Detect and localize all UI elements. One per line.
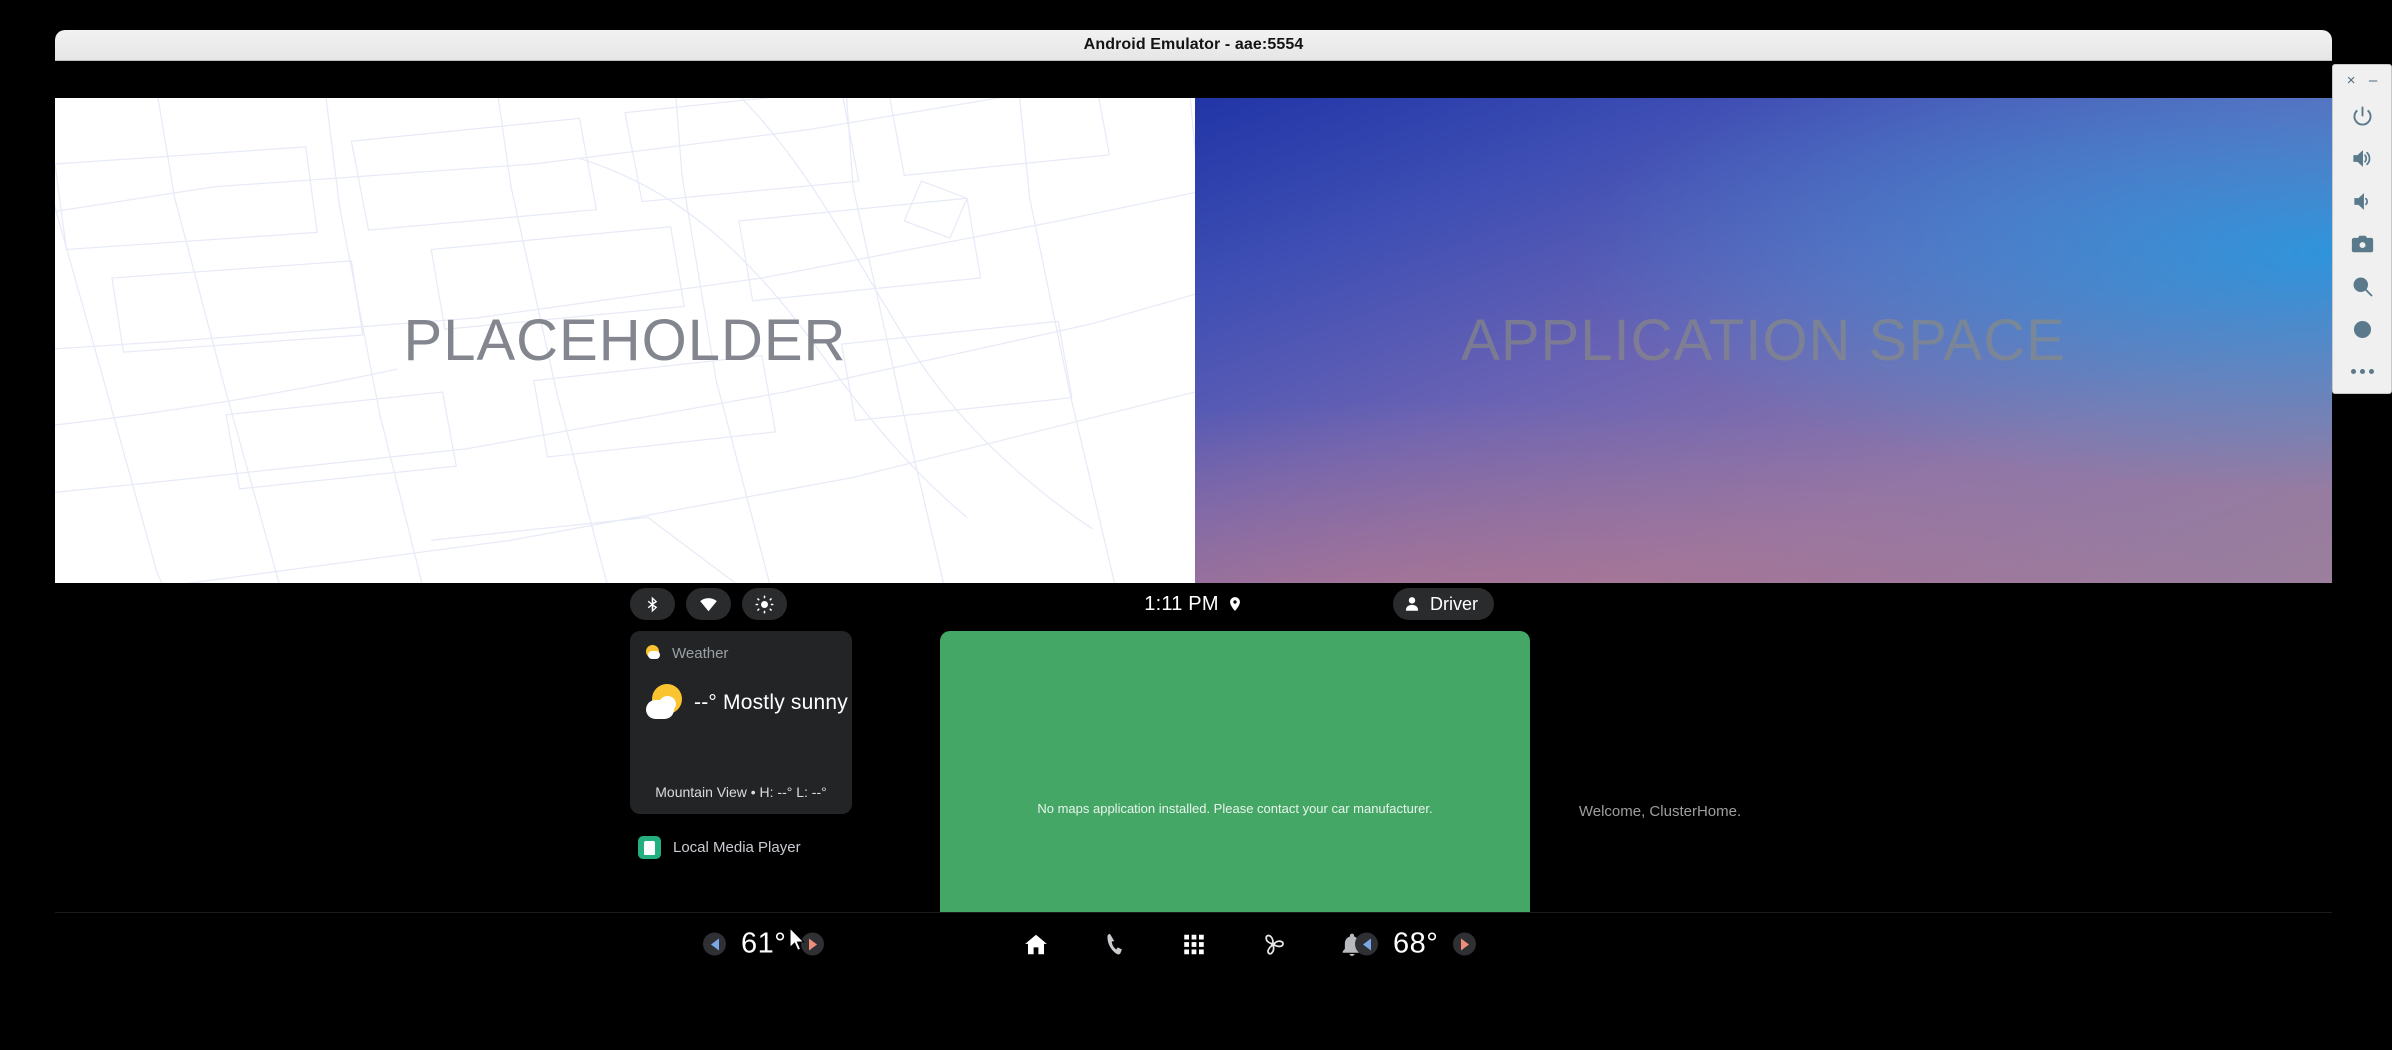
screen-root: Android Emulator - aae:5554 PLACEHOLDER … (0, 0, 2392, 1050)
clock: 1:11 PM (1144, 592, 1219, 615)
volume-up-icon (2352, 150, 2370, 168)
weather-widget-title: Weather (672, 645, 729, 662)
volume-down-button[interactable] (2333, 180, 2391, 223)
screenshot-button[interactable] (2333, 223, 2391, 266)
weather-temperature-condition: --° Mostly sunny (694, 691, 848, 714)
ellipsis-icon (2350, 369, 2374, 375)
navigation-icons (55, 928, 2332, 961)
rotate-button[interactable] (2333, 308, 2391, 351)
home-icon (1024, 934, 1047, 954)
minimize-icon[interactable]: – (2369, 73, 2377, 88)
weather-widget-main: --° Mostly sunny (646, 684, 848, 722)
widget-column: Weather --° Mostly sunny Mountain View •… (630, 631, 852, 859)
nav-climate-button[interactable] (1256, 928, 1289, 961)
placeholder-label: PLACEHOLDER (403, 308, 847, 373)
maps-message: No maps application installed. Please co… (1037, 800, 1433, 816)
emulator-window-controls: × – (2333, 65, 2391, 95)
more-button[interactable] (2333, 350, 2391, 393)
location-pin-icon (1229, 597, 1240, 611)
partly-sunny-icon (646, 684, 684, 722)
apps-grid-icon (1183, 934, 1204, 954)
person-icon (1406, 597, 1418, 611)
nav-phone-button[interactable] (1098, 928, 1131, 961)
weather-widget-header: Weather (646, 645, 836, 662)
passenger-temp-increase-button[interactable] (1453, 932, 1477, 956)
close-icon[interactable]: × (2347, 73, 2356, 88)
emulator-title-bar[interactable]: Android Emulator - aae:5554 (55, 30, 2332, 61)
mouse-cursor (789, 927, 805, 952)
status-bar: 1:11 PM Driver (55, 583, 2332, 625)
nav-apps-button[interactable] (1177, 928, 1210, 961)
weather-location-highlow: Mountain View • H: --° L: --° (655, 784, 827, 800)
emulator-side-toolbar: × – (2332, 64, 2392, 394)
camera-icon (2351, 235, 2373, 252)
fan-icon (1264, 934, 1284, 955)
circle-icon (2353, 320, 2371, 338)
weather-widget[interactable]: Weather --° Mostly sunny Mountain View •… (630, 631, 852, 814)
nav-home-button[interactable] (1019, 928, 1052, 961)
media-player-icon (638, 836, 661, 859)
user-profile-button[interactable]: Driver (1393, 588, 1494, 620)
media-player-label: Local Media Player (673, 839, 801, 856)
power-icon (2353, 106, 2371, 126)
passenger-temp-value: 68° (1393, 927, 1439, 960)
window-title: Android Emulator - aae:5554 (1083, 36, 1304, 53)
passenger-temp-decrease-button[interactable] (1355, 932, 1378, 956)
zoom-button[interactable] (2333, 265, 2391, 308)
top-display-area: PLACEHOLDER APPLICATION SPACE (55, 98, 2332, 583)
status-bar-clock-area: 1:11 PM (55, 593, 2332, 616)
volume-down-icon (2353, 193, 2368, 210)
partly-sunny-small-icon (646, 645, 663, 662)
cluster-welcome-message: Welcome, ClusterHome. (1578, 803, 1742, 820)
profile-label: Driver (1430, 593, 1478, 614)
emulator-window: Android Emulator - aae:5554 PLACEHOLDER … (55, 30, 2332, 975)
device-screen: PLACEHOLDER APPLICATION SPACE 1:11 PM Dr… (55, 67, 2332, 975)
navigation-bar: 61° 68° (55, 912, 2332, 975)
local-media-player-row[interactable]: Local Media Player (630, 836, 852, 859)
passenger-temperature-control: 68° (1355, 927, 1477, 961)
magnifier-icon (2353, 277, 2372, 297)
application-space-label: APPLICATION SPACE (1461, 308, 2066, 373)
volume-up-button[interactable] (2333, 138, 2391, 181)
power-button[interactable] (2333, 95, 2391, 138)
placeholder-panel[interactable]: PLACEHOLDER (55, 98, 1195, 583)
phone-icon (1106, 933, 1122, 954)
application-space-panel[interactable]: APPLICATION SPACE (1195, 98, 2332, 583)
